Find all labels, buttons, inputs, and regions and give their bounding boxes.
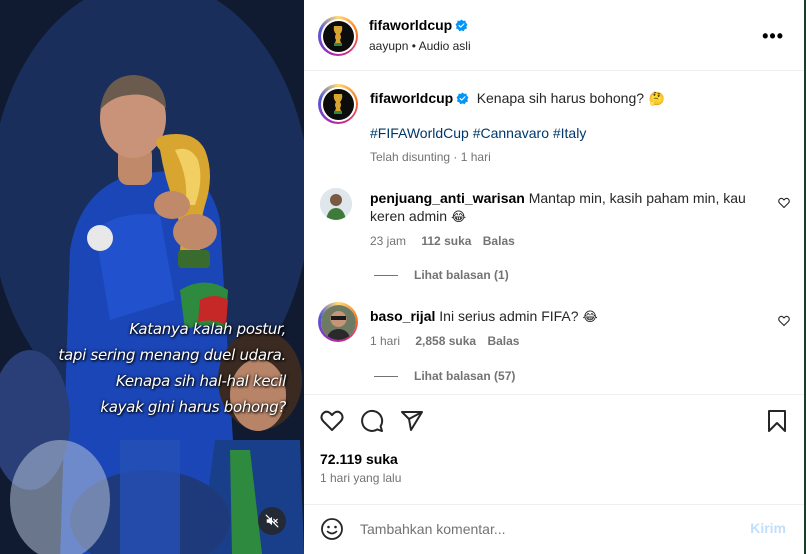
comment-avatar[interactable] <box>320 188 352 220</box>
avatar[interactable] <box>318 16 358 56</box>
laughing-emoji: 😂 <box>450 210 467 225</box>
thinking-emoji: 🤔 <box>648 92 665 107</box>
view-replies-button[interactable]: Lihat balasan (1) <box>374 268 509 282</box>
view-replies-button[interactable]: Lihat balasan (57) <box>374 369 515 383</box>
likes-count[interactable]: 72.119 suka <box>320 451 398 467</box>
fifa-trophy-icon <box>333 94 343 114</box>
comment-like-heart-icon[interactable] <box>778 315 790 327</box>
replies-divider <box>374 274 398 276</box>
overlay-line: tapi sering menang duel udara. <box>58 346 286 364</box>
comment-username[interactable]: penjuang_anti_warisan <box>370 190 525 206</box>
caption-avatar[interactable] <box>318 84 358 124</box>
audio-separator: • <box>408 39 419 53</box>
verified-badge-icon <box>456 92 469 105</box>
audio-user[interactable]: aayupn <box>369 39 408 53</box>
speaker-muted-icon <box>265 514 279 528</box>
comment-avatar[interactable] <box>318 302 358 342</box>
bookmark-icon[interactable] <box>766 409 788 433</box>
caption-hashtags[interactable]: #FIFAWorldCup #Cannavaro #Italy <box>370 125 586 141</box>
emoji-picker-icon[interactable] <box>320 517 344 541</box>
comment-item: penjuang_anti_warisan Mantap min, kasih … <box>370 189 750 227</box>
caption: fifaworldcup Kenapa sih harus bohong? 🤔 <box>370 90 790 108</box>
user-photo-icon <box>320 304 356 340</box>
post-header: fifaworldcup aayupn • Audio asli ••• <box>304 0 804 71</box>
verified-badge-icon <box>455 19 468 32</box>
comment-meta: 1 hari 2,858 suka Balas <box>370 334 519 348</box>
share-send-icon[interactable] <box>400 409 424 433</box>
comment-item: baso_rijal Ini serius admin FIFA? 😂 <box>370 307 750 327</box>
replies-divider <box>374 375 398 377</box>
header-username[interactable]: fifaworldcup <box>369 17 452 33</box>
comment-username[interactable]: baso_rijal <box>370 308 435 324</box>
view-replies-label: Lihat balasan (1) <box>414 268 509 282</box>
overlay-line: Kenapa sih hal-hal kecil <box>115 372 286 390</box>
comment-bubble-icon[interactable] <box>360 409 384 433</box>
comment-likes[interactable]: 2,858 suka <box>415 334 476 348</box>
laughing-emoji: 😂 <box>582 310 598 325</box>
video-overlay-caption: Katanya kalah postur, tapi sering menang… <box>36 316 286 420</box>
comment-like-heart-icon[interactable] <box>778 197 790 209</box>
fifa-trophy-icon <box>333 26 343 46</box>
post-actions: 72.119 suka 1 hari yang lalu <box>304 394 804 504</box>
overlay-line: Katanya kalah postur, <box>129 320 286 338</box>
post-comment-button[interactable]: Kirim <box>750 520 786 536</box>
caption-text: Kenapa sih harus bohong? <box>476 90 645 106</box>
comment-text: Ini serius admin FIFA? <box>439 308 579 324</box>
post-details-panel: fifaworldcup aayupn • Audio asli ••• fif… <box>304 0 804 554</box>
caption-edited-time: Telah disunting · 1 hari <box>370 150 491 164</box>
reply-button[interactable]: Balas <box>483 234 515 248</box>
comment-time: 23 jam <box>370 234 407 248</box>
like-heart-icon[interactable] <box>320 409 344 433</box>
audio-info: aayupn • Audio asli <box>369 39 471 53</box>
comment-likes[interactable]: 112 suka <box>421 234 471 248</box>
mute-button[interactable] <box>258 507 286 535</box>
media-image <box>0 0 304 554</box>
comment-meta: 23 jam 112 suka Balas <box>370 234 515 248</box>
more-options-button[interactable]: ••• <box>762 26 784 47</box>
user-photo-icon <box>320 188 352 220</box>
post-media[interactable]: Katanya kalah postur, tapi sering menang… <box>0 0 304 554</box>
add-comment-bar: Kirim <box>304 504 804 554</box>
reply-button[interactable]: Balas <box>487 334 519 348</box>
view-replies-label: Lihat balasan (57) <box>414 369 516 383</box>
caption-username[interactable]: fifaworldcup <box>370 90 453 106</box>
post-time-ago[interactable]: 1 hari yang lalu <box>320 471 401 485</box>
comment-input[interactable] <box>360 515 740 543</box>
audio-label[interactable]: Audio asli <box>419 39 471 53</box>
comment-time: 1 hari <box>370 334 401 348</box>
overlay-line: kayak gini harus bohong? <box>100 398 286 416</box>
